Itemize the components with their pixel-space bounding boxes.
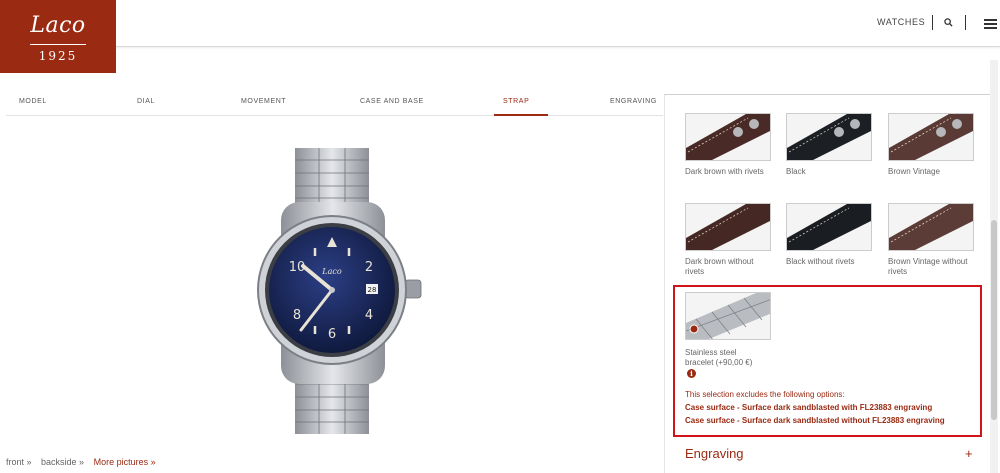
front-view-link[interactable]: front » (6, 457, 32, 467)
engraving-section-title[interactable]: Engraving (685, 446, 744, 461)
exclusion-item: Case surface - Surface dark sandblasted … (685, 416, 945, 425)
configurator-tabs: MODEL DIAL MOVEMENT CASE AND BASE STRAP … (6, 92, 663, 116)
strap-option[interactable]: Black (786, 113, 872, 177)
strap-label: Dark brown without rivets (685, 257, 754, 276)
strap-swatch (786, 203, 872, 251)
svg-text:8: 8 (293, 308, 301, 323)
tab-engraving[interactable]: ENGRAVING (610, 98, 657, 105)
exclusion-note: This selection excludes the following op… (685, 390, 845, 399)
exclusion-item: Case surface - Surface dark sandblasted … (685, 403, 933, 412)
more-pictures-link[interactable]: More pictures » (94, 457, 156, 467)
svg-text:6: 6 (328, 327, 336, 342)
strap-label: Black without rivets (786, 257, 855, 266)
nav-divider (965, 15, 966, 30)
expand-plus-icon[interactable]: + (965, 446, 973, 461)
info-icon[interactable]: i (687, 369, 696, 378)
scrollbar-thumb[interactable] (991, 220, 997, 420)
tab-movement[interactable]: MOVEMENT (241, 98, 286, 105)
svg-text:Laco: Laco (321, 267, 342, 276)
site-header: WATCHES (0, 0, 1000, 47)
strap-option[interactable]: Dark brown with rivets (685, 113, 771, 177)
bracelet-option-swatch[interactable] (685, 292, 771, 340)
strap-label: Dark brown with rivets (685, 167, 764, 176)
watch-preview-image: 2 4 6 8 10 28 Laco (245, 146, 435, 438)
watches-nav-link[interactable]: WATCHES (877, 17, 925, 27)
tab-case-and-base[interactable]: CASE AND BASE (360, 98, 424, 105)
panel-scrollbar[interactable] (990, 60, 998, 473)
bracelet-label: Stainless steel bracelet (+90,00 €) (685, 348, 753, 367)
strap-swatch (888, 113, 974, 161)
nav-divider (932, 15, 933, 30)
strap-option[interactable]: Dark brown without rivets (685, 203, 771, 277)
strap-swatch (888, 203, 974, 251)
strap-swatch (786, 113, 872, 161)
svg-text:2: 2 (365, 260, 373, 275)
tab-strap[interactable]: STRAP (503, 98, 529, 105)
strap-option[interactable]: Black without rivets (786, 203, 872, 267)
view-links: front » backside » More pictures » (6, 457, 163, 467)
tab-dial[interactable]: DIAL (137, 98, 155, 105)
strap-label: Black (786, 167, 806, 176)
backside-view-link[interactable]: backside » (41, 457, 84, 467)
configurator-page: WATCHES Laco 1925 MODEL DIAL MOVEMENT CA… (0, 0, 1000, 473)
strap-label: Brown Vintage without rivets (888, 257, 968, 276)
strap-swatch (685, 113, 771, 161)
logo-rule (30, 44, 86, 45)
logo-year: 1925 (38, 49, 78, 63)
strap-option[interactable]: Brown Vintage without rivets (888, 203, 974, 277)
hamburger-menu-icon[interactable] (984, 19, 997, 29)
logo-wordmark: Laco (30, 13, 86, 38)
strap-option[interactable]: Brown Vintage (888, 113, 974, 177)
strap-label: Brown Vintage (888, 167, 940, 176)
search-icon[interactable] (944, 18, 953, 27)
strap-swatch (685, 203, 771, 251)
tab-model[interactable]: MODEL (19, 98, 47, 105)
svg-text:4: 4 (365, 308, 373, 323)
active-tab-indicator (494, 114, 548, 116)
brand-logo[interactable]: Laco 1925 (0, 0, 116, 73)
svg-text:28: 28 (368, 286, 377, 294)
